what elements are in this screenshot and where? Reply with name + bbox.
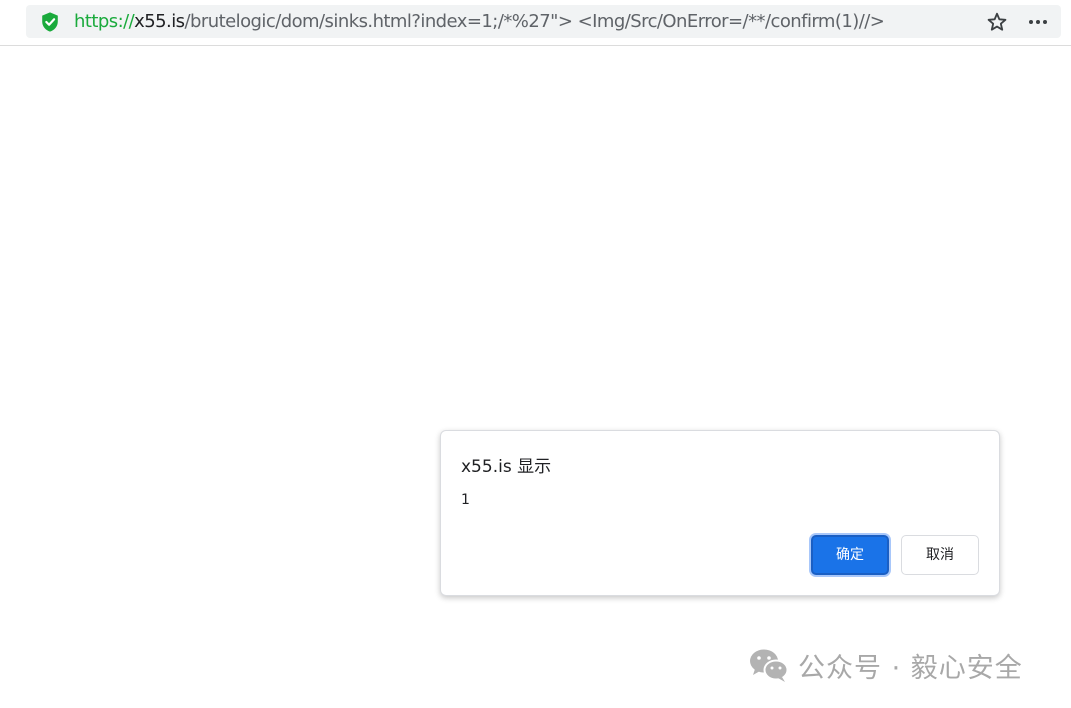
- shield-check-icon[interactable]: [39, 11, 61, 33]
- browser-toolbar: https://x55.is/brutelogic/dom/sinks.html…: [0, 0, 1071, 46]
- url-path: /brutelogic/dom/sinks.html?index=1;/*%27…: [184, 11, 885, 32]
- page-content: [0, 46, 1071, 708]
- url-scheme: https://: [74, 11, 135, 32]
- address-bar[interactable]: https://x55.is/brutelogic/dom/sinks.html…: [26, 5, 1061, 38]
- wechat-icon: [750, 649, 789, 682]
- dialog-title: x55.is 显示: [461, 457, 552, 477]
- ok-button[interactable]: 确定: [811, 535, 889, 575]
- url-host: x55.is: [134, 11, 185, 32]
- url-text[interactable]: https://x55.is/brutelogic/dom/sinks.html…: [74, 10, 885, 34]
- dialog-message: 1: [461, 492, 470, 508]
- cancel-button[interactable]: 取消: [901, 535, 979, 575]
- confirm-dialog: x55.is 显示 1 确定 取消: [440, 430, 1000, 596]
- watermark: 公众号 · 毅心安全: [748, 647, 1023, 684]
- watermark-text: 公众号 · 毅心安全: [798, 652, 1023, 684]
- more-horizontal-icon[interactable]: [1026, 11, 1050, 33]
- star-icon[interactable]: [986, 11, 1008, 33]
